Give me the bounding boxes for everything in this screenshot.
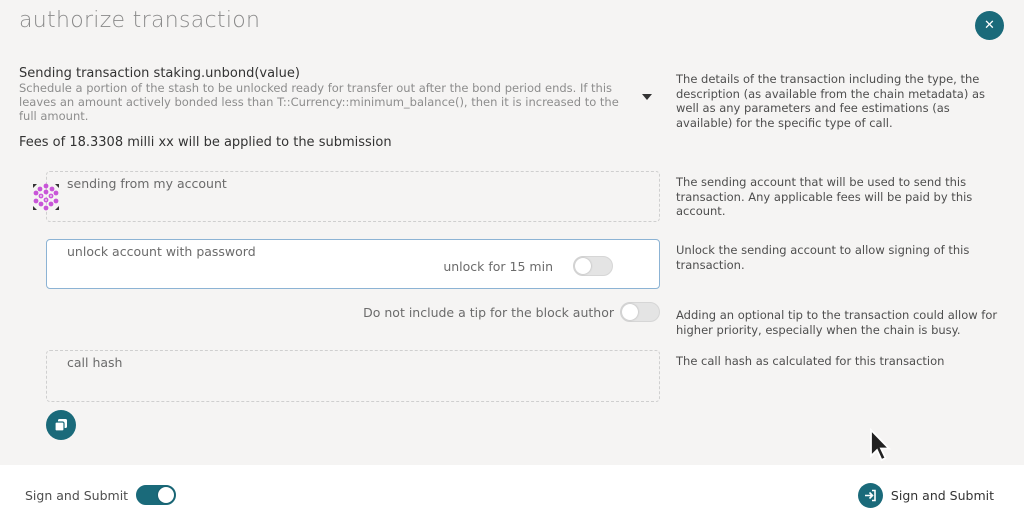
- sending-account-field[interactable]: sending from my account: [46, 171, 660, 222]
- sign-submit-button[interactable]: Sign and Submit: [857, 483, 994, 508]
- sign-in-icon: [857, 483, 883, 508]
- help-sending: The sending account that will be used to…: [676, 175, 973, 218]
- unlock-password-field[interactable]: unlock account with password unlock for …: [46, 239, 660, 289]
- unlock-duration-row: unlock for 15 min: [443, 256, 613, 276]
- tip-label: Do not include a tip for the block autho…: [363, 304, 614, 320]
- unlock-password-label: unlock account with password: [67, 244, 256, 259]
- help-tip: Adding an optional tip to the transactio…: [676, 308, 998, 337]
- chevron-down-icon[interactable]: [642, 94, 652, 100]
- tip-toggle[interactable]: [620, 302, 660, 322]
- sign-submit-toggle[interactable]: [136, 485, 177, 505]
- modal-title: authorize transaction: [19, 8, 261, 33]
- call-hash-label: call hash: [67, 355, 123, 370]
- transaction-description: Schedule a portion of the stash to be un…: [19, 81, 619, 123]
- sign-submit-label: Sign and Submit: [890, 488, 994, 503]
- sign-submit-toggle-label: Sign and Submit: [25, 487, 129, 503]
- tip-row: Do not include a tip for the block autho…: [363, 302, 660, 322]
- modal-footer: Sign and Submit Sign and Submit: [0, 465, 1024, 523]
- transaction-method: Sending transaction staking.unbond(value…: [19, 66, 300, 81]
- mouse-cursor-icon: [870, 428, 892, 462]
- help-callhash: The call hash as calculated for this tra…: [676, 354, 945, 368]
- unlock-duration-toggle[interactable]: [573, 256, 613, 276]
- copy-button[interactable]: [46, 410, 76, 440]
- close-button[interactable]: ✕: [975, 11, 1004, 40]
- transaction-summary[interactable]: Sending transaction staking.unbond(value…: [19, 66, 629, 123]
- close-icon: ✕: [984, 18, 995, 33]
- call-hash-field: call hash: [46, 350, 660, 402]
- sending-account-label: sending from my account: [67, 176, 227, 191]
- sign-submit-toggle-row: Sign and Submit: [25, 485, 177, 505]
- help-details: The details of the transaction including…: [676, 72, 986, 130]
- identicon-avatar: [33, 183, 59, 211]
- unlock-duration-label: unlock for 15 min: [443, 258, 553, 274]
- copy-icon: [54, 419, 67, 432]
- help-unlock: Unlock the sending account to allow sign…: [676, 243, 970, 272]
- fees-text: Fees of 18.3308 milli xx will be applied…: [19, 135, 392, 150]
